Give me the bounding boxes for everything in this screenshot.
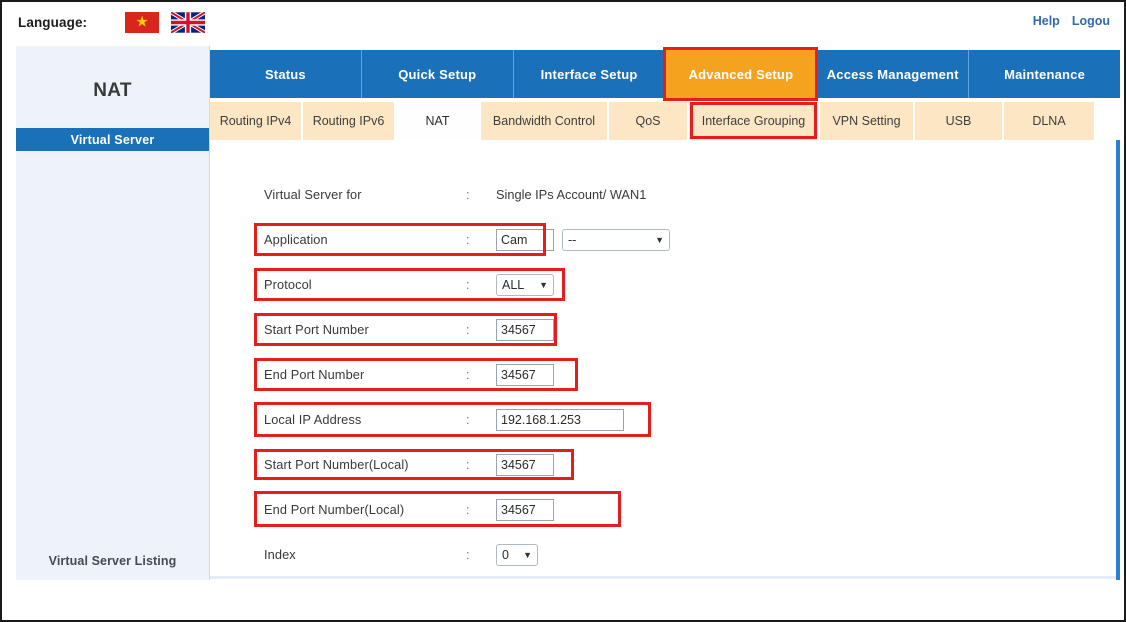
sub-tab-vpn-setting[interactable]: VPN Setting [820,102,915,140]
main-navigation: Status Quick Setup Interface Setup Advanced… [210,47,1120,101]
field-value-virtual-server-for: Single IPs Account/ WAN1 [496,187,647,202]
language-bar: Language: ★ Help Logou [2,2,1124,42]
field-label-local-ip-address: Local IP Address [264,412,362,427]
form-row-start-port-number: Start Port Number: 34567 [254,307,1054,352]
sub-tab-label: Routing IPv4 [219,114,292,128]
main-tab-label: Quick Setup [398,66,477,82]
form-row-virtual-server-for: Virtual Server for: Single IPs Account/ W… [254,172,1054,217]
field-label-start-port-number: Start Port Number [264,322,369,337]
main-tab-quick-setup[interactable]: Quick Setup [361,50,514,98]
logout-link[interactable]: Logou [1072,14,1110,28]
field-label-protocol: Protocol [264,277,312,292]
field-label-application: Application [264,232,328,247]
form-row-protocol: Protocol: ALL ▼ [254,262,1054,307]
sub-tab-label: Routing IPv6 [312,114,385,128]
sidebar-item-label: Virtual Server [70,132,155,147]
sub-tab-usb[interactable]: USB [915,102,1004,140]
sub-tab-nat[interactable]: NAT [396,102,481,140]
sidebar: NAT Virtual Server Virtual Server Listin… [16,46,210,580]
select-protocol[interactable]: ALL ▼ [496,273,554,296]
chevron-down-icon: ▼ [523,549,532,560]
field-label-virtual-server-for: Virtual Server for [264,187,362,202]
sub-tab-label: Bandwidth Control [492,114,596,128]
sub-tab-bandwidth-control[interactable]: Bandwidth Control [481,102,609,140]
input-end-port-number[interactable]: 34567 [496,363,554,386]
sub-tab-routing-ipv6[interactable]: Routing IPv6 [303,102,396,140]
input-end-port-number-local[interactable]: 34567 [496,498,554,521]
main-tab-maintenance[interactable]: Maintenance [969,50,1120,98]
select-application-preset[interactable]: -- ▼ [562,228,670,251]
select-index[interactable]: 0 ▼ [496,543,538,566]
sub-tab-dlna[interactable]: DLNA [1004,102,1096,140]
sub-tab-label: NAT [425,114,450,128]
content-panel: Virtual Server for: Single IPs Account/ W… [210,140,1120,580]
sidebar-item-virtual-server-listing[interactable]: Virtual Server Listing [16,554,209,568]
sub-tab-label: QoS [635,114,661,128]
form-row-application: Application: Cam -- ▼ [254,217,1054,262]
main-tab-interface-setup[interactable]: Interface Setup [513,50,666,98]
language-flag-group: ★ [125,11,206,33]
field-label-start-port-number-local: Start Port Number(Local) [264,457,409,472]
input-local-ip-address[interactable]: 192.168.1.253 [496,408,624,431]
uk-flag-svg [171,11,206,33]
field-colon: : [466,232,470,247]
form-row-local-ip-address: Local IP Address: 192.168.1.253 [254,397,1054,442]
input-start-port-number-local[interactable]: 34567 [496,453,554,476]
field-label-end-port-number-local: End Port Number(Local) [264,502,405,517]
sub-tab-label: Interface Grouping [701,114,806,128]
main-tab-advanced-setup[interactable]: Advanced Setup [663,47,819,101]
star-icon: ★ [135,13,149,31]
sidebar-item-virtual-server[interactable]: Virtual Server [16,128,209,151]
virtual-server-form: Virtual Server for: Single IPs Account/ W… [254,172,1054,577]
sub-tab-interface-grouping[interactable]: Interface Grouping [689,102,820,140]
form-row-end-port-number-local: End Port Number(Local): 34567 [254,487,1054,532]
chevron-down-icon: ▼ [655,234,664,245]
vietnam-flag-icon[interactable]: ★ [125,11,160,33]
field-colon: : [466,367,470,382]
main-tab-label: Maintenance [1004,66,1086,82]
main-tab-label: Advanced Setup [688,66,794,82]
help-link[interactable]: Help [1033,14,1060,28]
sub-tab-label: VPN Setting [832,114,901,128]
router-admin-window: Language: ★ Help Logou NAT Virtual Serve… [0,0,1126,622]
uk-flag-icon[interactable] [171,11,206,33]
form-row-start-port-number-local: Start Port Number(Local): 34567 [254,442,1054,487]
field-label-index: Index [264,547,296,562]
chevron-down-icon: ▼ [539,279,548,290]
field-colon: : [466,547,470,562]
field-colon: : [466,412,470,427]
main-tab-label: Interface Setup [540,66,638,82]
field-colon: : [466,187,470,202]
field-label-end-port-number: End Port Number [264,367,365,382]
account-links: Help Logou [1033,14,1110,28]
field-colon: : [466,322,470,337]
sidebar-title: NAT [93,80,132,101]
sub-tab-label: USB [945,114,972,128]
input-application[interactable]: Cam [496,228,554,251]
select-value: ALL [502,277,525,292]
sub-tab-label: DLNA [1032,114,1066,128]
content-bottom-divider [210,576,1116,579]
field-colon: : [466,502,470,517]
main-tab-label: Access Management [826,66,959,82]
field-colon: : [466,277,470,292]
input-start-port-number[interactable]: 34567 [496,318,554,341]
select-value: -- [568,232,577,247]
main-tab-label: Status [264,66,306,82]
sub-tab-routing-ipv4[interactable]: Routing IPv4 [210,102,303,140]
form-row-end-port-number: End Port Number: 34567 [254,352,1054,397]
main-tab-status[interactable]: Status [210,50,362,98]
language-label: Language: [18,14,88,30]
field-colon: : [466,457,470,472]
sub-tab-qos[interactable]: QoS [609,102,689,140]
form-row-index: Index:0 ▼ [254,532,1054,577]
main-tab-access-management[interactable]: Access Management [817,50,970,98]
select-value: 0 [502,547,509,562]
sub-navigation: Routing IPv4 Routing IPv6 NAT Bandwidth Con… [210,102,1120,140]
